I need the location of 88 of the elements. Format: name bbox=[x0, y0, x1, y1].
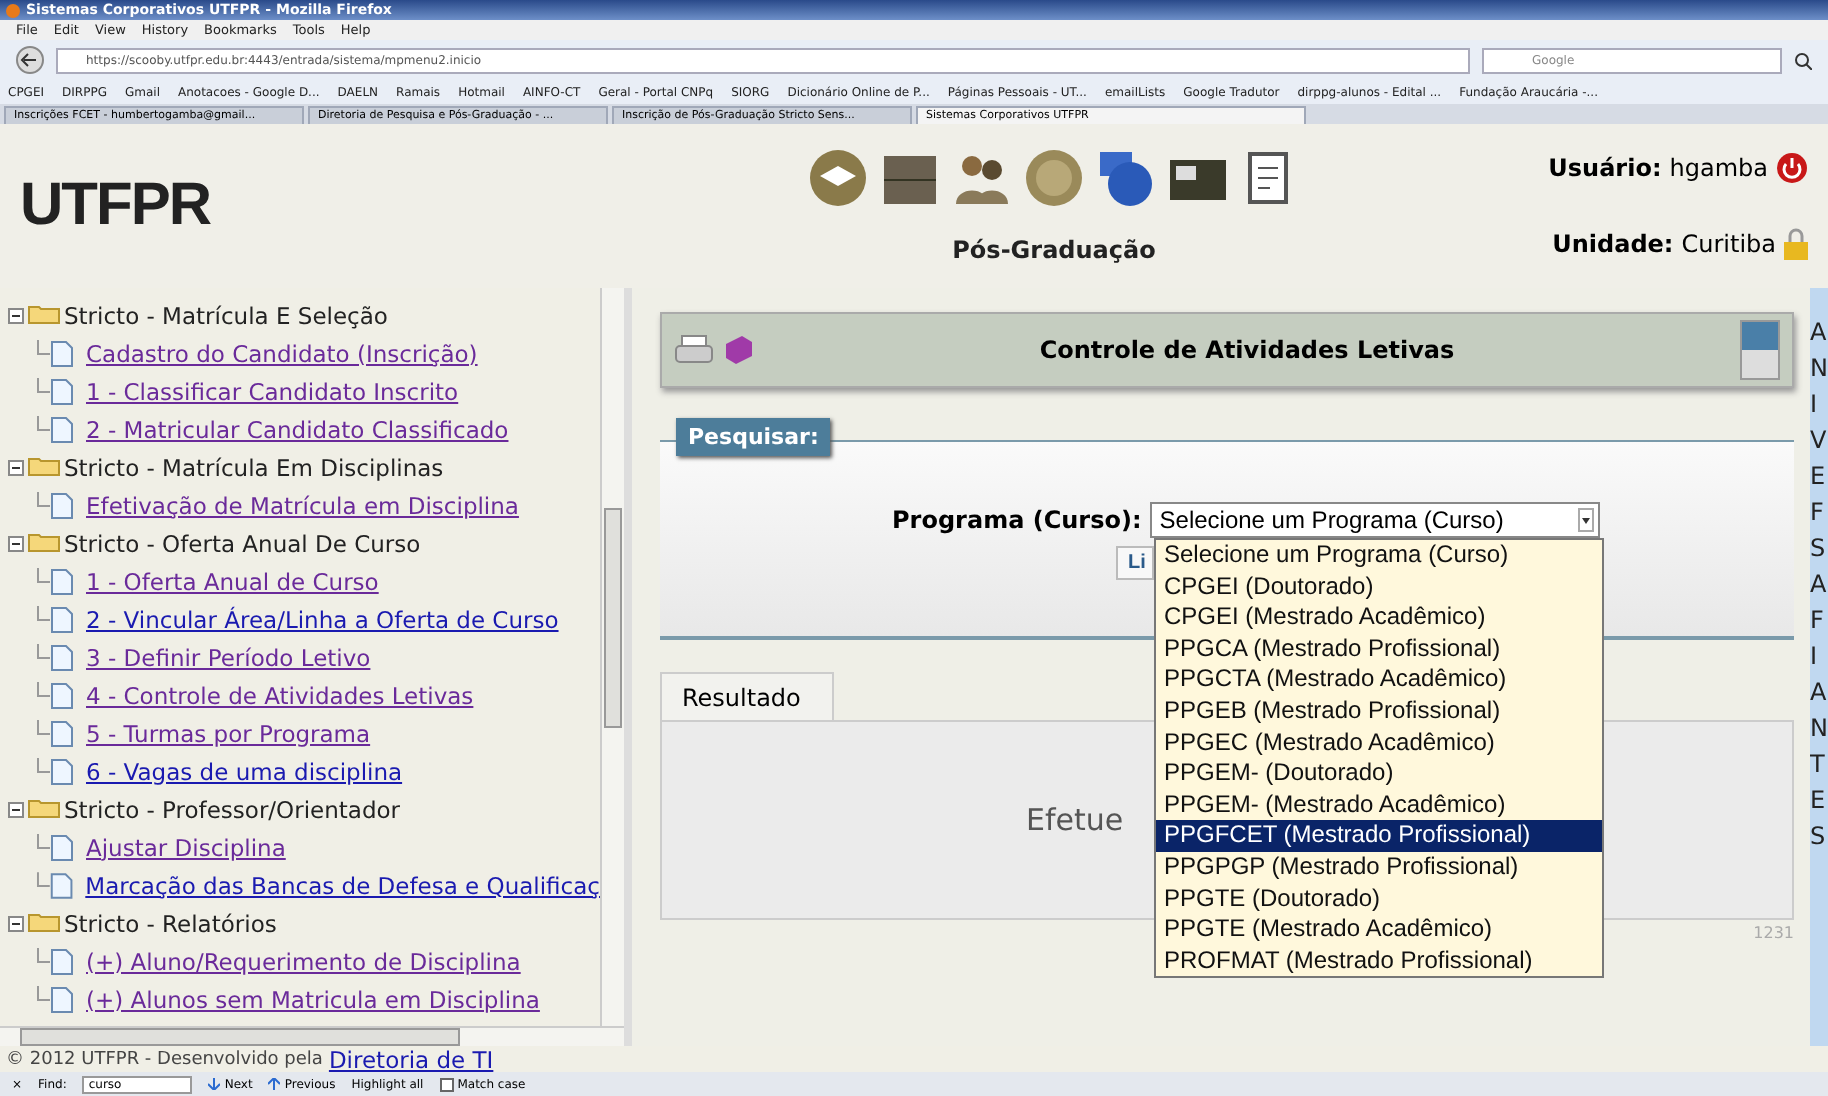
side-panel-text: N bbox=[1810, 352, 1828, 386]
menu-link[interactable]: (+) Alunos sem Matricula em Disciplina bbox=[86, 985, 540, 1013]
unit-label: Unidade: bbox=[1552, 230, 1674, 258]
menu-link[interactable]: 5 - Turmas por Programa bbox=[86, 719, 371, 747]
expander-icon[interactable] bbox=[8, 307, 24, 323]
side-panel-text: I bbox=[1810, 640, 1820, 674]
graduation-cap-icon[interactable] bbox=[808, 148, 868, 208]
expander-icon[interactable] bbox=[8, 459, 24, 475]
copyright-text: © 2012 UTFPR - Desenvolvido pela bbox=[6, 1049, 323, 1069]
logo: UTFPR bbox=[20, 172, 213, 240]
program-label: Programa (Curso): bbox=[892, 506, 1142, 534]
side-panel-text: A bbox=[1810, 316, 1828, 350]
folder-icon bbox=[28, 800, 60, 818]
side-panel-text: T bbox=[1810, 748, 1827, 782]
menu-link[interactable]: Ajustar Disciplina bbox=[86, 833, 286, 861]
menu-link[interactable]: Cadastro do Candidato (Inscrição) bbox=[86, 339, 478, 367]
tree-group[interactable]: Stricto - Relatórios bbox=[64, 909, 277, 937]
dropdown-option[interactable]: CPGEI (Doutorado) bbox=[1156, 571, 1602, 603]
dropdown-option[interactable]: Selecione um Programa (Curso) bbox=[1156, 540, 1602, 572]
side-panel-text: E bbox=[1810, 784, 1828, 818]
panel-title: Controle de Atividades Letivas bbox=[1037, 336, 1457, 364]
side-panel-text: F bbox=[1810, 604, 1826, 638]
side-panel-text: E bbox=[1810, 460, 1828, 494]
dropdown-option[interactable]: PPGFCET (Mestrado Profissional) bbox=[1156, 820, 1602, 852]
dropdown-option[interactable]: PPGEM- (Doutorado) bbox=[1156, 758, 1602, 790]
side-panel-text: S bbox=[1810, 532, 1828, 566]
dropdown-option[interactable]: PROFMAT (Mestrado Profissional) bbox=[1156, 945, 1602, 977]
result-tab[interactable]: Resultado bbox=[660, 672, 834, 720]
dropdown-option[interactable]: PPGEM- (Mestrado Acadêmico) bbox=[1156, 789, 1602, 821]
printer-icon[interactable] bbox=[674, 334, 714, 366]
menu-link[interactable]: 6 - Vagas de uma disciplina bbox=[86, 757, 403, 785]
tree-group[interactable]: Stricto - Matrícula E Seleção bbox=[64, 301, 388, 329]
list-button[interactable]: Li bbox=[1116, 546, 1154, 580]
dropdown-caret-icon bbox=[1577, 508, 1594, 532]
side-panel-text: V bbox=[1810, 424, 1828, 458]
menu-link[interactable]: Marcação das Bancas de Defesa e Qualificaç bbox=[85, 871, 600, 899]
side-panel-text: I bbox=[1810, 388, 1820, 422]
side-panel-text: A bbox=[1810, 568, 1828, 602]
result-message: Efetue bbox=[1026, 802, 1124, 838]
side-panel-text: S bbox=[1810, 820, 1828, 854]
side-panel-text: N bbox=[1810, 712, 1828, 746]
menu-link[interactable]: (+) Aluno/Requerimento de Disciplina bbox=[86, 947, 521, 975]
menu-link[interactable]: 1 - Oferta Anual de Curso bbox=[86, 567, 379, 595]
footer-link[interactable]: Diretoria de TI bbox=[328, 1045, 494, 1073]
user-name: hgamba bbox=[1669, 154, 1768, 182]
tree-group[interactable]: Stricto - Matrícula Em Disciplinas bbox=[64, 453, 444, 481]
menu-link[interactable]: 4 - Controle de Atividades Letivas bbox=[86, 681, 474, 709]
tree-group[interactable]: Stricto - Professor/Orientador bbox=[64, 795, 401, 823]
side-panel-text: F bbox=[1810, 496, 1826, 530]
back-icon[interactable] bbox=[16, 46, 44, 74]
menu-link[interactable]: 3 - Definir Período Letivo bbox=[86, 643, 371, 671]
panel-corner bbox=[1740, 320, 1780, 380]
folder-icon bbox=[28, 534, 60, 552]
program-select[interactable]: Selecione um Programa (Curso) bbox=[1149, 502, 1600, 538]
page-code: 1231 bbox=[1753, 924, 1794, 942]
dropdown-option[interactable]: PPGEC (Mestrado Acadêmico) bbox=[1156, 727, 1602, 759]
match-case-checkbox[interactable] bbox=[439, 1077, 454, 1091]
expander-icon[interactable] bbox=[8, 535, 24, 551]
folder-icon bbox=[28, 306, 60, 324]
user-label: Usuário: bbox=[1548, 154, 1662, 182]
up-arrow-icon bbox=[268, 1078, 281, 1090]
tree-group[interactable]: Stricto - Oferta Anual De Curso bbox=[64, 529, 421, 557]
browser-icon bbox=[6, 3, 20, 17]
menu-link[interactable]: 2 - Matricular Candidato Classificado bbox=[86, 415, 509, 443]
power-icon[interactable] bbox=[1776, 152, 1808, 184]
vertical-scrollbar[interactable] bbox=[600, 288, 624, 1026]
dropdown-option[interactable]: PPGCA (Mestrado Profissional) bbox=[1156, 633, 1602, 665]
menu-link[interactable]: Efetivação de Matrícula em Disciplina bbox=[86, 491, 519, 519]
dropdown-option[interactable]: PPGPGP (Mestrado Profissional) bbox=[1156, 851, 1602, 884]
menu-link[interactable]: 1 - Classificar Candidato Inscrito bbox=[86, 377, 459, 405]
dropdown-option[interactable]: PPGCTA (Mestrado Acadêmico) bbox=[1156, 664, 1602, 696]
folder-icon bbox=[28, 458, 60, 476]
horizontal-scrollbar[interactable] bbox=[0, 1026, 624, 1046]
side-panel-text: A bbox=[1810, 676, 1828, 710]
dropdown-option[interactable]: CPGEI (Mestrado Acadêmico) bbox=[1156, 602, 1602, 634]
dropdown-option[interactable]: PPGTE (Doutorado) bbox=[1156, 883, 1602, 915]
menu-link[interactable]: 2 - Vincular Área/Linha a Oferta de Curso bbox=[86, 605, 559, 633]
dropdown-option[interactable]: PPGEB (Mestrado Profissional) bbox=[1156, 695, 1602, 728]
unit-name: Curitiba bbox=[1681, 230, 1776, 258]
module-title: Pós-Graduação bbox=[952, 236, 1156, 264]
search-icon[interactable] bbox=[1794, 51, 1812, 69]
dropdown-option[interactable]: PPGTE (Mestrado Acadêmico) bbox=[1156, 914, 1602, 946]
search-legend: Pesquisar: bbox=[676, 418, 831, 456]
down-arrow-icon bbox=[208, 1078, 221, 1090]
expander-icon[interactable] bbox=[8, 915, 24, 931]
folder-icon bbox=[28, 914, 60, 932]
expander-icon[interactable] bbox=[8, 801, 24, 817]
coin-icon[interactable] bbox=[1024, 148, 1084, 208]
